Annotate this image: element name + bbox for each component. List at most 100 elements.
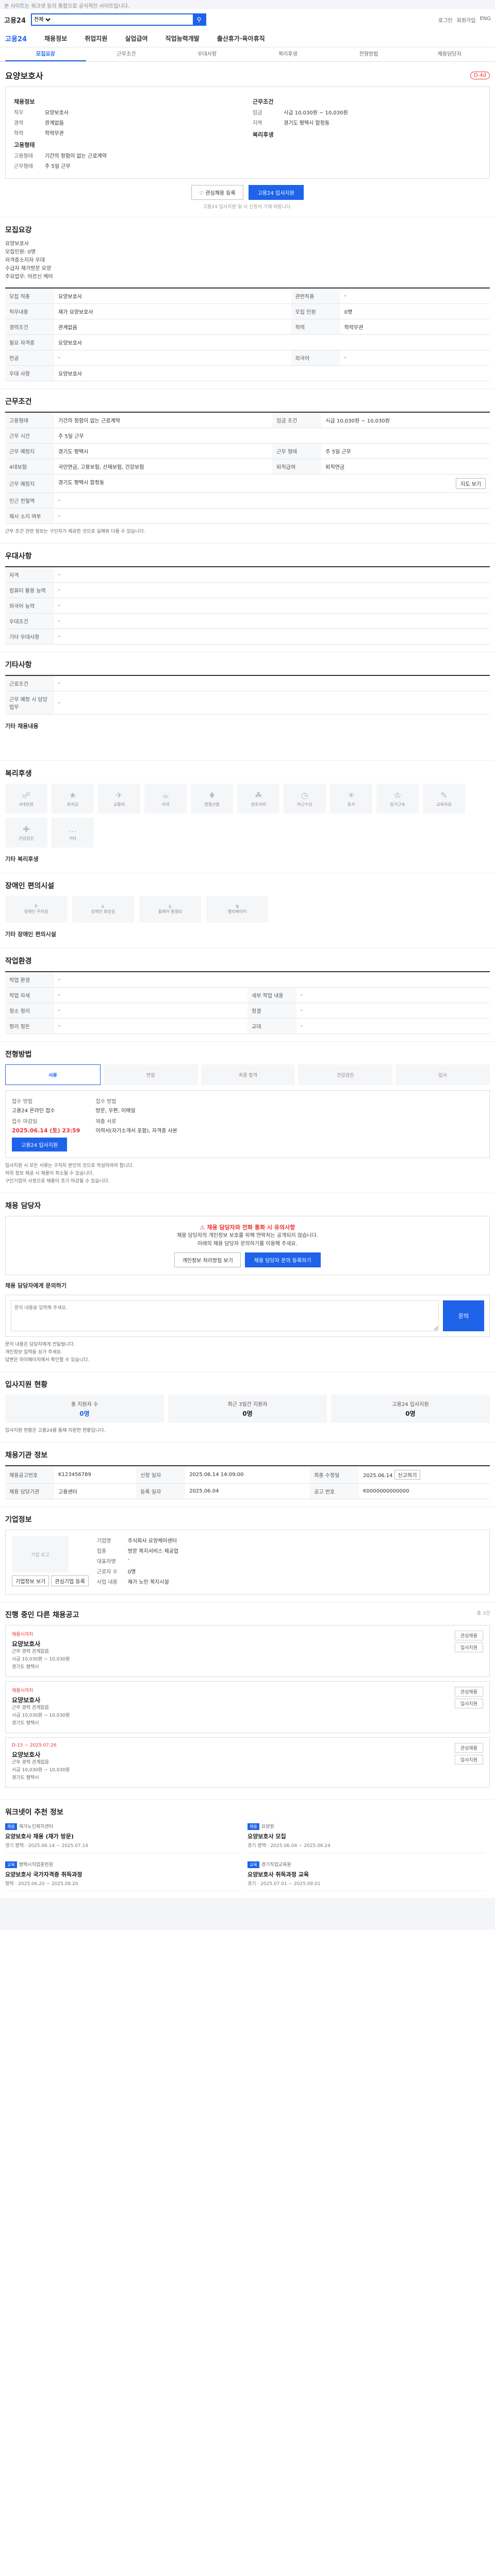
table-key: 청소 정리 [5, 1003, 54, 1019]
job-card[interactable]: 채용시까지 요양보호사 근무 경력 관계없음 시급 10,030원 ~ 10,0… [5, 1625, 490, 1677]
site-logo[interactable]: 고용24 [4, 15, 26, 25]
job-tag: D-15 ~ 2025.07.26 [12, 1743, 57, 1748]
kv-value: 주 5일 근무 [45, 164, 71, 170]
job-card[interactable]: 채용시까지 요양보호사 근무 경력 관계없음 시급 10,030원 ~ 10,0… [5, 1681, 490, 1733]
bus-icon: ✈ [116, 790, 123, 800]
tab-condition[interactable]: 근무조건 [86, 47, 167, 61]
search-button[interactable]: ⚲ [193, 14, 206, 25]
inquiry-box: 문의 [5, 1295, 490, 1337]
table-key: 전공 [5, 350, 54, 366]
recommend-item[interactable]: 교육 평택시직업훈련원 요양보호사 국가자격증 취득과정 평택 · 2025.06… [5, 1860, 242, 1891]
welfare-grid: ☍ 4대보험 ★ 퇴직금 ✈ 교통비 ☕ 식대 ♦ 명절선물 ☘ 경조사비 ◷ 야근수당 ☀ 휴… [5, 784, 490, 848]
kv-key: 지역 [253, 121, 262, 126]
apply-method-label: 접수 방법 [12, 1099, 32, 1105]
kv-value: 학력무관 [45, 131, 64, 137]
gnb-support[interactable]: 취업지원 [85, 34, 107, 43]
note-line: 문의 내용은 담당자에게 전달됩니다. [5, 1342, 75, 1347]
tab-contact[interactable]: 채용담당자 [409, 47, 490, 61]
corp-section: 기업정보 기업 로고 기업정보 보기 관심기업 등록 기업명 주식회사 요양케어센… [0, 1507, 495, 1602]
gnb-home[interactable]: 고용24 [5, 33, 27, 43]
apply-button[interactable]: 고용24 입사지원 [248, 185, 304, 200]
recommend-item[interactable]: 채용 재가노인복지센터 요양보호사 채용 (재가 방문) 경기 평택 · 2025… [5, 1822, 242, 1853]
inquiry-register-button[interactable]: 채용 담당자 문의 등록하기 [244, 1252, 321, 1267]
table-value: 경기도 평택시 합정동 지도 보기 [54, 474, 490, 493]
other-jobs-title: 진행 중인 다른 채용공고 [5, 1611, 79, 1619]
corp-row: 근로자 수 0명 [97, 1567, 483, 1575]
search-input[interactable] [52, 14, 193, 25]
table-value: 요양보호사 [54, 288, 291, 304]
job-apply-button[interactable]: 입사지원 [454, 1642, 483, 1652]
process-apply-button[interactable]: 고용24 입사지원 [12, 1138, 68, 1151]
footer [0, 1899, 495, 1930]
report-button[interactable]: 신고하기 [394, 1470, 421, 1480]
table-key: 작업 자세 [5, 987, 54, 1003]
env-item: ⇅ 엘리베이터 [206, 896, 268, 923]
gnb-jobs[interactable]: 채용정보 [44, 34, 67, 43]
eng-link[interactable]: ENG [480, 16, 491, 24]
note-line: 구인기업의 사정으로 채용이 조기 마감될 수 있습니다. [5, 1179, 110, 1184]
rec-title[interactable]: 요양보호사 취득과정 교육 [248, 1870, 485, 1878]
job-meta-line: 근무 경력 관계없음 [12, 1649, 49, 1654]
parking-icon: P [35, 904, 38, 909]
table-key: 자격 [5, 567, 54, 583]
tab-prefer[interactable]: 우대사항 [167, 47, 248, 61]
corp-info-button[interactable]: 기업정보 보기 [12, 1575, 50, 1586]
login-link[interactable]: 로그인 [438, 16, 453, 24]
wheelchair-icon: ♿ [168, 904, 172, 909]
job-scrap-button[interactable]: 관심채용 [454, 1687, 483, 1697]
env-etc-label: 기타 장애인 편의시설 [5, 931, 56, 938]
gnb-training[interactable]: 직업능력개발 [166, 34, 200, 43]
workplace-section: 작업환경 작업 환경 - 작업 자세 - 세부 작업 내용 - 청소 정리 - 청결 - 정리… [0, 948, 495, 1042]
rec-title[interactable]: 요양보호사 국가자격증 취득과정 [5, 1870, 242, 1878]
tab-process[interactable]: 전형방법 [328, 47, 409, 61]
job-title-link[interactable]: 요양보호사 [12, 1639, 70, 1648]
table-key: 세부 작업 내용 [248, 987, 296, 1003]
rec-meta: 경기 평택 · 2025.06.14 ~ 2025.07.14 [5, 1843, 88, 1849]
job-title-link[interactable]: 요양보호사 [12, 1696, 70, 1704]
inquiry-submit-button[interactable]: 문의 [443, 1300, 484, 1331]
join-link[interactable]: 회원가입 [457, 16, 476, 24]
kv-key: 고용형태 [14, 154, 33, 159]
summary-row: 경력 관계없음 [14, 118, 242, 126]
rec-label: 채용 [5, 1823, 17, 1830]
corp-fav-button[interactable]: 관심기업 등록 [51, 1575, 89, 1586]
recommend-item[interactable]: 교육 경기직업교육원 요양보호사 취득과정 교육 경기 · 2025.07.01 … [248, 1860, 485, 1891]
table-value: K0000000000000 [359, 1483, 490, 1499]
job-scrap-button[interactable]: 관심채용 [454, 1631, 483, 1640]
table-value: - [54, 613, 490, 629]
recruit-info-table: 채용공고번호 K123456789 신청 일자 2025.06.14 14:09:00… [5, 1465, 490, 1499]
table-value: - [54, 582, 490, 598]
inquiry-textarea[interactable] [11, 1300, 439, 1331]
privacy-button[interactable]: 개인정보 처리방침 보기 [174, 1252, 241, 1267]
docs-value: 이력서(자기소개서 포함), 자격증 사본 [95, 1128, 177, 1134]
welfare-label: 명절선물 [204, 802, 220, 807]
job-apply-button[interactable]: 입사지원 [454, 1755, 483, 1765]
tab-recruit[interactable]: 모집요강 [5, 47, 86, 61]
scrap-button[interactable]: ♡ 관심채용 등록 [191, 185, 243, 200]
job-card[interactable]: D-15 ~ 2025.07.26 요양보호사 근무 경력 관계없음 시급 10… [5, 1737, 490, 1788]
rec-title[interactable]: 요양보호사 채용 (재가 방문) [5, 1832, 242, 1840]
map-button[interactable]: 지도 보기 [456, 478, 486, 489]
welfare-item: ✎ 교육지원 [423, 784, 465, 814]
table-value: 재가 요양보호사 [54, 303, 291, 319]
job-title-link[interactable]: 요양보호사 [12, 1750, 70, 1759]
welfare-label: 기타 [69, 836, 77, 841]
stat-item: 고용24 입사지원 0명 [331, 1395, 490, 1423]
more-icon: … [69, 824, 77, 834]
gnb-benefit[interactable]: 실업급여 [125, 34, 147, 43]
tab-welfare[interactable]: 복리후생 [248, 47, 328, 61]
recommend-item[interactable]: 채용 요양원 요양보호사 모집 경기 평택 · 2025.06.04 ~ 2025… [248, 1822, 485, 1853]
table-key: 최종 수정일 [310, 1466, 359, 1484]
rec-title[interactable]: 요양보호사 모집 [248, 1832, 485, 1840]
env-title: 장애인 편의시설 [5, 882, 55, 890]
job-apply-button[interactable]: 입사지원 [454, 1699, 483, 1708]
welfare-label: 건강검진 [19, 836, 34, 841]
table-key: 신청 일자 [136, 1466, 186, 1484]
table-row: 채용공고번호 K123456789 신청 일자 2025.06.14 14:09:00… [5, 1466, 490, 1484]
vacation-icon: ☀ [347, 790, 355, 800]
job-tag: 채용시까지 [12, 1688, 34, 1693]
search-category-select[interactable]: 전체 [32, 14, 53, 25]
job-scrap-button[interactable]: 관심채용 [454, 1743, 483, 1753]
gnb-leave[interactable]: 출산휴가·육아휴직 [217, 34, 265, 43]
table-row: 우대 사항 요양보호사 [5, 365, 490, 381]
